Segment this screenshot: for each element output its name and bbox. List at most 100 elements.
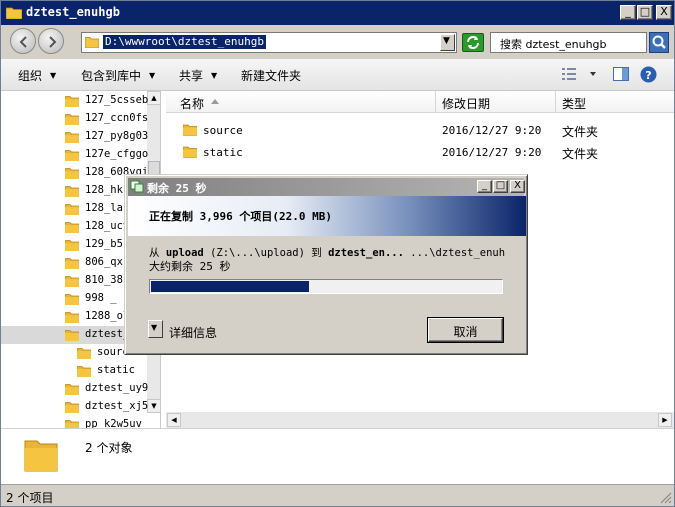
address-bar: D:\wwwroot\dztest_enuhgb ▼ 搜索 dztest_enu… <box>1 25 674 59</box>
file-name: static <box>203 146 243 159</box>
forward-button[interactable] <box>38 28 64 54</box>
dialog-minimize-button[interactable]: _ <box>477 180 492 193</box>
cancel-button[interactable]: 取消 <box>428 318 503 342</box>
dialog-title-bar[interactable]: 剩余 25 秒 _ □ X <box>128 178 525 196</box>
svg-text:?: ? <box>645 69 651 82</box>
folder-icon <box>6 7 22 19</box>
preview-pane-icon <box>613 67 629 81</box>
folder-icon <box>64 383 80 396</box>
nav-item-label: 127_ccn0fs <box>85 112 149 124</box>
dialog-close-button[interactable]: X <box>510 180 525 193</box>
time-remaining: 大约剩余 25 秒 <box>149 260 231 273</box>
destination-folder-link[interactable]: dztest_en... <box>328 247 404 259</box>
nav-item-label: pp_k2w5uv <box>85 418 142 428</box>
folder-icon <box>64 95 80 108</box>
nav-item-label: dztest_ <box>85 328 130 340</box>
folder-icon <box>64 221 80 234</box>
folder-icon <box>64 419 80 428</box>
nav-item[interactable]: 127e_cfggo <box>1 146 148 164</box>
nav-item[interactable]: dztest_xj5 <box>1 398 148 416</box>
copy-progress-bar <box>149 279 503 294</box>
horizontal-scrollbar[interactable]: ◀ ▶ <box>166 412 674 428</box>
folder-icon <box>64 239 80 252</box>
dialog-maximize-button[interactable]: □ <box>493 180 508 193</box>
title-bar[interactable]: dztest_enuhgb _ □ X <box>1 1 674 25</box>
file-row[interactable]: static 2016/12/27 9:20 文件夹 <box>166 141 666 163</box>
share-menu[interactable]: 共享 ▼ <box>179 67 217 84</box>
organize-label: 组织 <box>18 69 43 83</box>
column-header-type[interactable]: 类型 <box>556 91 674 113</box>
sort-ascending-icon <box>211 99 219 104</box>
folder-icon <box>64 149 80 162</box>
maximize-button[interactable]: □ <box>637 5 653 20</box>
address-dropdown-button[interactable]: ▼ <box>440 34 455 51</box>
refresh-button[interactable] <box>462 33 484 52</box>
chevron-down-icon: ▼ <box>151 323 158 332</box>
folder-icon <box>64 185 80 198</box>
scroll-down-icon[interactable]: ▼ <box>147 399 160 413</box>
file-name: source <box>203 124 243 137</box>
more-details-label[interactable]: 详细信息 <box>169 324 217 341</box>
file-row[interactable]: source 2016/12/27 9:20 文件夹 <box>166 119 666 141</box>
search-input[interactable]: 搜索 dztest_enuhgb <box>490 32 647 53</box>
nav-item-label: dztest_uy9 <box>85 382 149 394</box>
column-header-modified[interactable]: 修改日期 <box>436 91 556 113</box>
folder-icon <box>24 440 58 472</box>
nav-item-label: 1288_ol <box>85 310 130 322</box>
resize-grip-icon[interactable] <box>660 492 672 504</box>
nav-item[interactable]: static <box>1 362 147 380</box>
address-input[interactable]: D:\wwwroot\dztest_enuhgb ▼ <box>81 32 457 53</box>
arrow-left-icon <box>19 36 27 48</box>
back-button[interactable] <box>10 28 36 54</box>
chevron-down-icon: ▼ <box>50 71 57 80</box>
new-folder-button[interactable]: 新建文件夹 <box>241 67 301 84</box>
folder-icon <box>64 311 80 324</box>
folder-icon <box>85 37 99 48</box>
more-details-toggle[interactable]: ▼ <box>148 320 163 338</box>
close-icon: X <box>514 180 521 191</box>
nav-item-label: 810_38 <box>85 274 123 286</box>
help-button[interactable]: ? <box>640 66 657 86</box>
address-path[interactable]: D:\wwwroot\dztest_enuhgb <box>103 35 266 49</box>
search-placeholder: 搜索 dztest_enuhgb <box>500 38 607 51</box>
folder-icon <box>64 257 80 270</box>
minimize-icon: _ <box>625 5 631 18</box>
folder-icon <box>64 329 80 342</box>
nav-item[interactable]: 127_ccn0fs <box>1 110 149 128</box>
nav-item-label: 998 _ <box>85 292 117 304</box>
copy-progress-dialog: 剩余 25 秒 _ □ X 正在复制 3,996 个项目(22.0 MB) 从 … <box>124 174 528 355</box>
nav-item-label: 129_b5 <box>85 238 123 250</box>
chevron-down-icon: ▼ <box>211 71 218 80</box>
file-modified: 2016/12/27 9:20 <box>442 146 542 159</box>
nav-item-label: 127_py8g03 <box>85 130 149 142</box>
nav-item[interactable]: 127_5csseb <box>1 92 148 110</box>
new-folder-label: 新建文件夹 <box>241 69 302 83</box>
help-icon: ? <box>640 66 657 83</box>
close-button[interactable]: X <box>656 5 672 20</box>
scroll-right-icon[interactable]: ▶ <box>658 413 672 427</box>
folder-icon <box>76 365 92 378</box>
nav-item-label: 806_qx <box>85 256 123 268</box>
nav-item[interactable]: 127_py8g03 <box>1 128 149 146</box>
nav-item-label: 128_hk <box>85 184 123 196</box>
preview-pane-button[interactable] <box>613 66 629 85</box>
search-button[interactable] <box>649 32 669 53</box>
scroll-left-icon[interactable]: ◀ <box>167 413 181 427</box>
column-name-label: 名称 <box>180 97 205 111</box>
organize-menu[interactable]: 组织 ▼ <box>18 67 56 84</box>
minimize-button[interactable]: _ <box>620 5 636 20</box>
include-in-library-menu[interactable]: 包含到库中 ▼ <box>81 67 155 84</box>
refresh-icon <box>467 36 479 49</box>
folder-icon <box>64 167 80 180</box>
view-options-button[interactable] <box>562 66 596 85</box>
file-type: 文件夹 <box>562 147 599 161</box>
column-header-name[interactable]: 名称 <box>166 91 436 113</box>
status-bar: 2 个项目 <box>1 484 674 506</box>
nav-item[interactable]: pp_k2w5uv <box>1 416 147 428</box>
folder-icon <box>64 203 80 216</box>
nav-item[interactable]: dztest_uy9 <box>1 380 149 398</box>
scroll-up-icon[interactable]: ▲ <box>147 91 160 105</box>
item-count: 2 个对象 <box>85 441 133 455</box>
column-type-label: 类型 <box>562 97 587 111</box>
maximize-icon: □ <box>639 5 651 18</box>
